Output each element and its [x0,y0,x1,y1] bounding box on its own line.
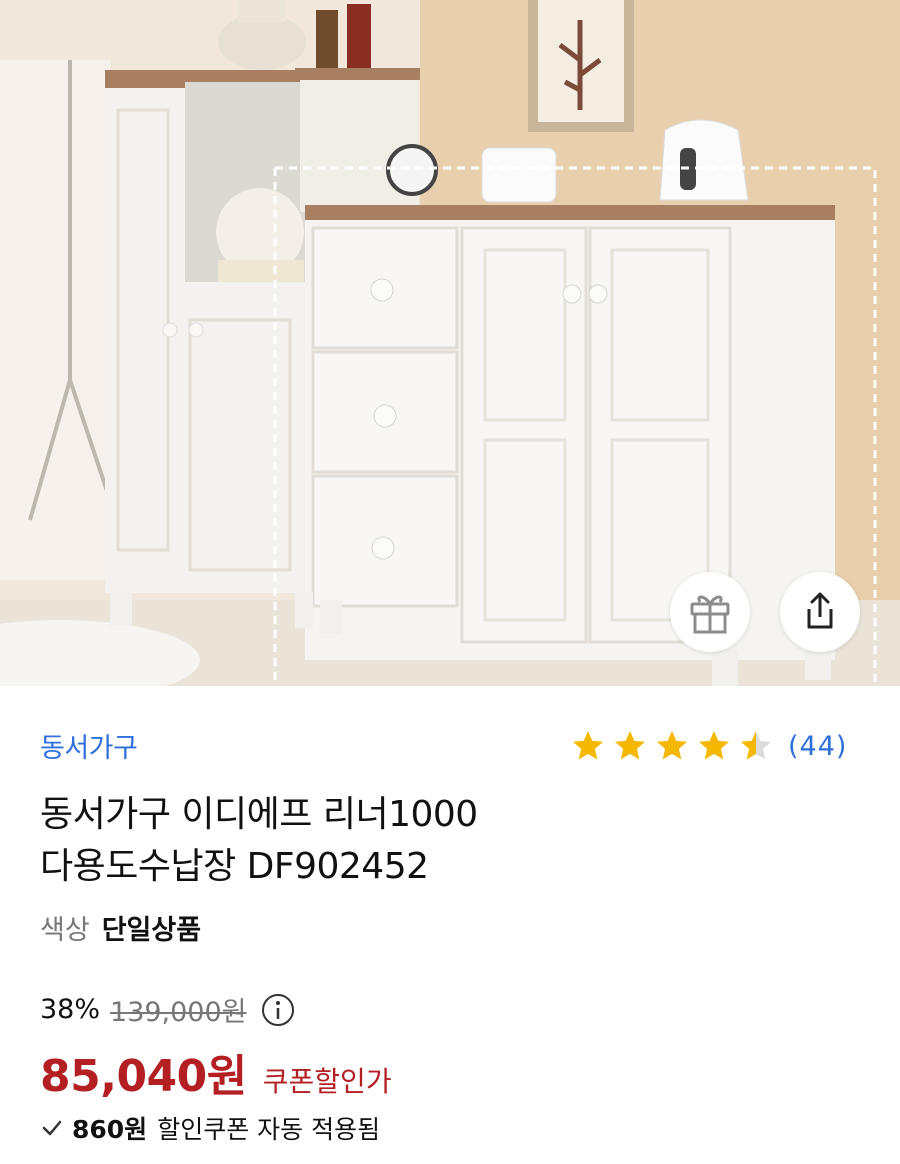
rating-stars [570,728,780,764]
color-option[interactable]: 색상 단일상품 [40,908,201,947]
star-full-icon [699,731,729,760]
rating[interactable]: (44) [570,728,847,764]
coupon-notice: 860원 할인쿠폰 자동 적용됨 [40,1110,380,1146]
product-title-line1: 동서가구 이디에프 리너1000 [40,794,478,835]
star-full-icon [657,731,687,760]
original-price-row: 38% 139,000원 [40,990,295,1029]
review-count[interactable]: (44) [788,731,847,762]
final-price-row: 85,040원 쿠폰할인가 [40,1040,392,1104]
star-half-icon [741,731,771,760]
option-label: 색상 [40,915,90,946]
coupon-amount: 860원 [72,1115,148,1144]
check-icon [42,1120,62,1136]
gift-icon [690,595,730,634]
product-title-line2: 다용도수납장 DF902452 [40,846,429,887]
final-price: 85,040원 [40,1051,247,1102]
info-icon[interactable] [261,993,295,1027]
discount-rate: 38% [40,994,101,1025]
product-image[interactable] [0,0,900,686]
coupon-text: 할인쿠폰 자동 적용됨 [157,1115,381,1144]
coupon-price-label: 쿠폰할인가 [262,1065,392,1098]
product-photo [0,0,900,686]
star-full-icon [573,731,603,760]
brand-link[interactable]: 동서가구 [40,726,138,765]
product-title: 동서가구 이디에프 리너1000 다용도수납장 DF902452 [40,789,860,893]
share-button[interactable] [780,572,860,652]
option-value: 단일상품 [101,915,202,946]
original-price: 139,000원 [110,997,247,1028]
star-full-icon [615,731,645,760]
share-icon [807,592,833,629]
gift-button[interactable] [670,572,750,652]
